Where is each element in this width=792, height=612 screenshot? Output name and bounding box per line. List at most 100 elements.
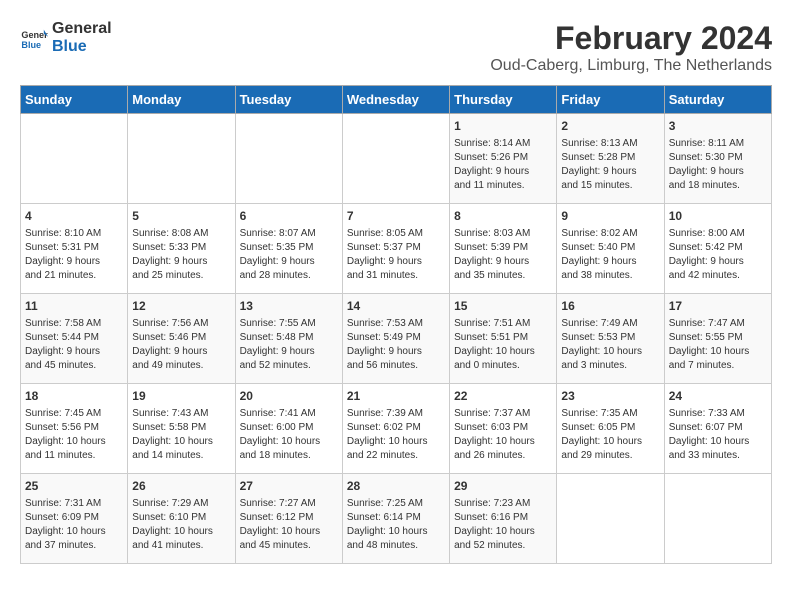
day-info: and 28 minutes. — [240, 269, 338, 283]
day-number: 18 — [25, 388, 123, 405]
logo-general: General — [52, 20, 112, 38]
day-info: Daylight: 10 hours — [25, 525, 123, 539]
day-info: Sunset: 5:53 PM — [561, 331, 659, 345]
day-info: and 26 minutes. — [454, 449, 552, 463]
calendar-cell: 18Sunrise: 7:45 AMSunset: 5:56 PMDayligh… — [21, 384, 128, 474]
calendar-cell: 10Sunrise: 8:00 AMSunset: 5:42 PMDayligh… — [664, 204, 771, 294]
calendar-cell: 13Sunrise: 7:55 AMSunset: 5:48 PMDayligh… — [235, 294, 342, 384]
day-info: Daylight: 10 hours — [25, 435, 123, 449]
page-header: General Blue General Blue February 2024 … — [20, 20, 772, 75]
calendar-week-0: 1Sunrise: 8:14 AMSunset: 5:26 PMDaylight… — [21, 114, 772, 204]
day-info: and 37 minutes. — [25, 539, 123, 553]
calendar-cell: 22Sunrise: 7:37 AMSunset: 6:03 PMDayligh… — [450, 384, 557, 474]
day-info: and 21 minutes. — [25, 269, 123, 283]
calendar-cell: 15Sunrise: 7:51 AMSunset: 5:51 PMDayligh… — [450, 294, 557, 384]
day-number: 21 — [347, 388, 445, 405]
day-info: and 18 minutes. — [240, 449, 338, 463]
day-number: 28 — [347, 478, 445, 495]
day-info: Daylight: 9 hours — [669, 165, 767, 179]
day-info: Daylight: 10 hours — [240, 435, 338, 449]
calendar-cell: 6Sunrise: 8:07 AMSunset: 5:35 PMDaylight… — [235, 204, 342, 294]
day-info: and 25 minutes. — [132, 269, 230, 283]
day-info: Daylight: 9 hours — [669, 255, 767, 269]
day-number: 16 — [561, 298, 659, 315]
calendar-week-4: 25Sunrise: 7:31 AMSunset: 6:09 PMDayligh… — [21, 474, 772, 564]
day-info: Daylight: 10 hours — [561, 345, 659, 359]
title-section: February 2024 Oud-Caberg, Limburg, The N… — [490, 20, 772, 75]
day-info: Sunset: 6:16 PM — [454, 511, 552, 525]
day-info: Sunrise: 7:31 AM — [25, 497, 123, 511]
calendar-cell: 12Sunrise: 7:56 AMSunset: 5:46 PMDayligh… — [128, 294, 235, 384]
day-info: Daylight: 9 hours — [240, 255, 338, 269]
day-info: and 49 minutes. — [132, 359, 230, 373]
day-info: and 38 minutes. — [561, 269, 659, 283]
day-info: Sunrise: 7:47 AM — [669, 317, 767, 331]
calendar-cell — [664, 474, 771, 564]
day-info: Daylight: 10 hours — [561, 435, 659, 449]
day-number: 14 — [347, 298, 445, 315]
calendar-cell: 21Sunrise: 7:39 AMSunset: 6:02 PMDayligh… — [342, 384, 449, 474]
day-info: Sunset: 5:48 PM — [240, 331, 338, 345]
calendar-cell: 28Sunrise: 7:25 AMSunset: 6:14 PMDayligh… — [342, 474, 449, 564]
day-info: Sunset: 5:40 PM — [561, 241, 659, 255]
day-info: Sunrise: 8:11 AM — [669, 137, 767, 151]
day-info: Daylight: 9 hours — [132, 345, 230, 359]
day-info: Daylight: 9 hours — [454, 165, 552, 179]
day-info: Sunrise: 7:49 AM — [561, 317, 659, 331]
day-info: Sunset: 5:37 PM — [347, 241, 445, 255]
day-info: Sunset: 6:00 PM — [240, 421, 338, 435]
day-info: Sunrise: 7:23 AM — [454, 497, 552, 511]
header-day-saturday: Saturday — [664, 86, 771, 114]
page-subtitle: Oud-Caberg, Limburg, The Netherlands — [490, 57, 772, 75]
day-info: Sunset: 5:39 PM — [454, 241, 552, 255]
calendar-cell — [342, 114, 449, 204]
calendar-cell: 11Sunrise: 7:58 AMSunset: 5:44 PMDayligh… — [21, 294, 128, 384]
day-info: and 56 minutes. — [347, 359, 445, 373]
day-info: Sunset: 5:44 PM — [25, 331, 123, 345]
calendar-cell: 27Sunrise: 7:27 AMSunset: 6:12 PMDayligh… — [235, 474, 342, 564]
day-number: 1 — [454, 118, 552, 135]
day-info: Sunrise: 8:02 AM — [561, 227, 659, 241]
day-number: 23 — [561, 388, 659, 405]
day-info: Sunset: 5:33 PM — [132, 241, 230, 255]
calendar-cell: 20Sunrise: 7:41 AMSunset: 6:00 PMDayligh… — [235, 384, 342, 474]
day-number: 17 — [669, 298, 767, 315]
day-info: Daylight: 10 hours — [454, 435, 552, 449]
day-number: 27 — [240, 478, 338, 495]
day-number: 10 — [669, 208, 767, 225]
day-info: and 45 minutes. — [25, 359, 123, 373]
day-info: and 29 minutes. — [561, 449, 659, 463]
day-info: and 52 minutes. — [240, 359, 338, 373]
logo-icon: General Blue — [20, 24, 48, 52]
day-info: and 15 minutes. — [561, 179, 659, 193]
day-info: Sunrise: 7:55 AM — [240, 317, 338, 331]
day-info: Sunset: 5:30 PM — [669, 151, 767, 165]
calendar-week-1: 4Sunrise: 8:10 AMSunset: 5:31 PMDaylight… — [21, 204, 772, 294]
day-info: Sunset: 5:51 PM — [454, 331, 552, 345]
day-info: and 41 minutes. — [132, 539, 230, 553]
day-number: 7 — [347, 208, 445, 225]
logo: General Blue General Blue — [20, 20, 112, 55]
day-info: Sunset: 6:09 PM — [25, 511, 123, 525]
day-info: Daylight: 9 hours — [25, 255, 123, 269]
svg-text:Blue: Blue — [21, 39, 41, 49]
day-info: Daylight: 10 hours — [132, 435, 230, 449]
day-info: Daylight: 10 hours — [347, 435, 445, 449]
day-info: Sunrise: 7:41 AM — [240, 407, 338, 421]
calendar-cell: 29Sunrise: 7:23 AMSunset: 6:16 PMDayligh… — [450, 474, 557, 564]
day-info: Sunrise: 7:33 AM — [669, 407, 767, 421]
day-info: Daylight: 10 hours — [347, 525, 445, 539]
day-info: and 14 minutes. — [132, 449, 230, 463]
day-info: Sunset: 5:35 PM — [240, 241, 338, 255]
header-day-friday: Friday — [557, 86, 664, 114]
day-info: Sunset: 5:42 PM — [669, 241, 767, 255]
calendar-header: SundayMondayTuesdayWednesdayThursdayFrid… — [21, 86, 772, 114]
calendar-cell: 5Sunrise: 8:08 AMSunset: 5:33 PMDaylight… — [128, 204, 235, 294]
day-info: Sunset: 5:55 PM — [669, 331, 767, 345]
calendar-cell: 25Sunrise: 7:31 AMSunset: 6:09 PMDayligh… — [21, 474, 128, 564]
day-info: Sunrise: 8:07 AM — [240, 227, 338, 241]
day-info: and 52 minutes. — [454, 539, 552, 553]
calendar-week-2: 11Sunrise: 7:58 AMSunset: 5:44 PMDayligh… — [21, 294, 772, 384]
day-info: Sunrise: 7:56 AM — [132, 317, 230, 331]
day-info: Daylight: 10 hours — [132, 525, 230, 539]
